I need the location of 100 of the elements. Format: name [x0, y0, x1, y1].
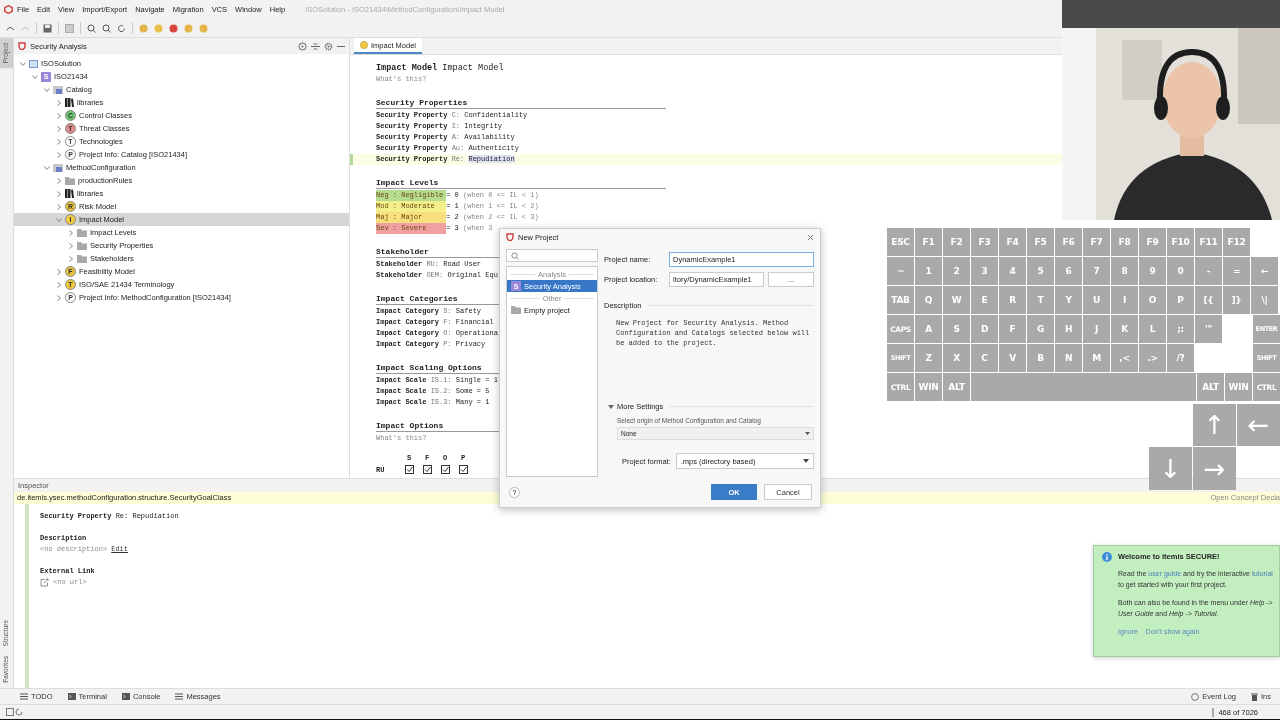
keyboard-key[interactable]: ]} — [1223, 286, 1250, 314]
keyboard-key[interactable]: ;: — [1167, 315, 1194, 343]
keyboard-key[interactable]: '" — [1195, 315, 1222, 343]
keyboard-key[interactable]: ESC — [887, 228, 914, 256]
keyboard-key[interactable]: 5 — [1027, 257, 1054, 285]
chevron-icon[interactable] — [56, 294, 62, 301]
chevron-icon[interactable] — [56, 125, 62, 132]
chevron-icon[interactable] — [56, 112, 62, 119]
keyboard-key[interactable]: W — [943, 286, 970, 314]
keyboard-key[interactable]: I — [1111, 286, 1138, 314]
keyboard-key[interactable]: F1 — [915, 228, 942, 256]
keyboard-key[interactable]: K — [1111, 315, 1138, 343]
keyboard-key[interactable]: F7 — [1083, 228, 1110, 256]
keyboard-key[interactable]: F — [999, 315, 1026, 343]
chevron-icon[interactable] — [56, 99, 62, 106]
chevron-icon[interactable] — [56, 190, 62, 197]
keyboard-key[interactable]: ALT — [1197, 373, 1224, 401]
keyboard-key[interactable]: Q — [915, 286, 942, 314]
keyboard-key[interactable]: F11 — [1195, 228, 1222, 256]
document-icon[interactable] — [65, 23, 74, 33]
chevron-icon[interactable] — [20, 60, 26, 67]
keyboard-key[interactable]: WIN — [915, 373, 942, 401]
keyboard-key[interactable]: ALT — [943, 373, 970, 401]
keyboard-key[interactable]: [{ — [1195, 286, 1222, 314]
keyboard-key[interactable]: ,< — [1111, 344, 1138, 372]
chevron-icon[interactable] — [68, 229, 74, 236]
circle-icon[interactable] — [199, 23, 208, 33]
keyboard-key[interactable]: F2 — [943, 228, 970, 256]
arrow-key[interactable]: ↓ — [1149, 447, 1192, 490]
keyboard-key[interactable]: F6 — [1055, 228, 1082, 256]
circle-icon[interactable] — [169, 23, 178, 33]
keyboard-key[interactable]: Z — [915, 344, 942, 372]
keyboard-key[interactable]: T — [1027, 286, 1054, 314]
keyboard-key[interactable]: - — [1195, 257, 1222, 285]
chevron-icon[interactable] — [44, 164, 50, 171]
keyboard-key[interactable]: \| — [1251, 286, 1278, 314]
keyboard-key[interactable]: WIN — [1225, 373, 1252, 401]
checkbox[interactable] — [422, 465, 432, 474]
keyboard-key[interactable]: 2 — [943, 257, 970, 285]
checkbox[interactable] — [458, 465, 468, 474]
keyboard-key[interactable]: 9 — [1139, 257, 1166, 285]
chevron-icon[interactable] — [56, 138, 62, 145]
close-icon[interactable] — [807, 233, 814, 241]
checkbox[interactable] — [440, 465, 450, 474]
keyboard-key[interactable]: P — [1167, 286, 1194, 314]
magnifier-icon[interactable] — [87, 23, 96, 33]
keyboard-key[interactable]: M — [1083, 344, 1110, 372]
arrow-key[interactable]: → — [1193, 447, 1236, 490]
keyboard-key[interactable]: 0 — [1167, 257, 1194, 285]
keyboard-key[interactable]: E — [971, 286, 998, 314]
chevron-icon[interactable] — [56, 203, 62, 210]
keyboard-key[interactable]: 7 — [1083, 257, 1110, 285]
keyboard-key[interactable]: = — [1223, 257, 1250, 285]
keyboard-key[interactable]: D — [971, 315, 998, 343]
refresh-icon[interactable] — [117, 23, 126, 33]
keyboard-key[interactable]: U — [1083, 286, 1110, 314]
chevron-icon[interactable] — [56, 177, 62, 184]
magnifier-icon[interactable] — [102, 23, 111, 33]
chevron-icon[interactable] — [56, 151, 62, 158]
keyboard-key[interactable]: R — [999, 286, 1026, 314]
chevron-icon[interactable] — [56, 268, 62, 275]
external-link-icon[interactable] — [40, 578, 49, 587]
arrow-key[interactable]: ↑ — [1193, 404, 1236, 446]
circle-icon[interactable] — [139, 23, 148, 33]
keyboard-key[interactable]: G — [1027, 315, 1054, 343]
undo-icon[interactable] — [6, 24, 15, 32]
settings-icon[interactable] — [324, 41, 333, 51]
target-icon[interactable] — [298, 41, 307, 51]
keyboard-key[interactable]: L — [1139, 315, 1166, 343]
keyboard-key[interactable]: F12 — [1223, 228, 1250, 256]
keyboard-key[interactable]: B — [1027, 344, 1054, 372]
chevron-icon[interactable] — [32, 73, 38, 80]
chevron-icon[interactable] — [68, 242, 74, 249]
keyboard-key[interactable]: F8 — [1111, 228, 1138, 256]
chevron-icon[interactable] — [44, 86, 50, 93]
keyboard-key[interactable]: H — [1055, 315, 1082, 343]
keyboard-key[interactable]: F10 — [1167, 228, 1194, 256]
redo-icon[interactable] — [21, 24, 30, 32]
keyboard-key[interactable]: A — [915, 315, 942, 343]
chevron-icon[interactable] — [68, 255, 74, 262]
keyboard-key[interactable]: V — [999, 344, 1026, 372]
keyboard-key[interactable]: F3 — [971, 228, 998, 256]
keyboard-key[interactable]: 1 — [915, 257, 942, 285]
keyboard-key[interactable]: O — [1139, 286, 1166, 314]
keyboard-key[interactable]: 3 — [971, 257, 998, 285]
keyboard-key[interactable]: /? — [1167, 344, 1194, 372]
save-icon[interactable] — [43, 23, 52, 33]
arrow-key[interactable]: ← — [1237, 404, 1280, 446]
keyboard-key[interactable]: 6 — [1055, 257, 1082, 285]
keyboard-key[interactable]: N — [1055, 344, 1082, 372]
keyboard-key[interactable]: F9 — [1139, 228, 1166, 256]
search-field[interactable] — [506, 249, 598, 262]
keyboard-key[interactable]: TAB — [887, 286, 914, 314]
keyboard-key[interactable]: ← — [1251, 257, 1278, 285]
keyboard-key[interactable]: F4 — [999, 228, 1026, 256]
keyboard-key[interactable]: 8 — [1111, 257, 1138, 285]
keyboard-key[interactable]: .> — [1139, 344, 1166, 372]
keyboard-key[interactable]: Y — [1055, 286, 1082, 314]
keyboard-key[interactable]: C — [971, 344, 998, 372]
chevron-icon[interactable] — [56, 216, 62, 223]
